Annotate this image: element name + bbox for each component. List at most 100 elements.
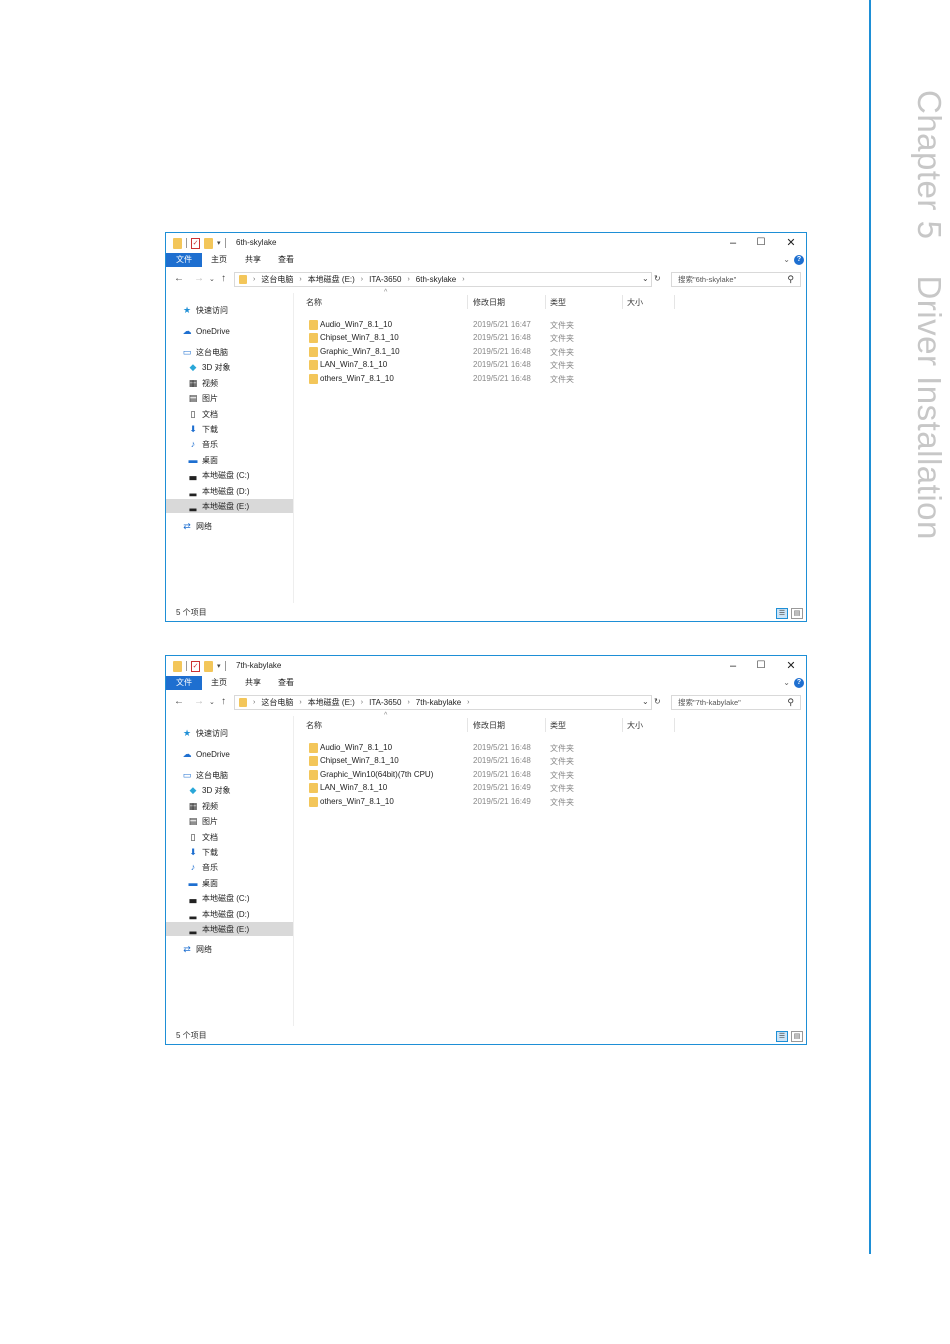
- file-row[interactable]: Chipset_Win7_8.1_10 2019/5/21 16:48 文件夹: [296, 755, 656, 767]
- file-row[interactable]: Audio_Win7_8.1_10 2019/5/21 16:47 文件夹: [296, 319, 656, 331]
- column-header-type[interactable]: 类型: [550, 297, 566, 311]
- maximize-icon[interactable]: ☐: [746, 235, 776, 251]
- nav-this-pc[interactable]: ▭ 这台电脑: [182, 345, 228, 359]
- back-arrow-icon[interactable]: ←: [174, 273, 184, 284]
- search-icon[interactable]: ⚲: [787, 273, 794, 286]
- nav-music[interactable]: ♪ 音乐: [188, 437, 218, 451]
- breadcrumb-this-pc[interactable]: 这台电脑: [261, 697, 293, 708]
- details-view-icon[interactable]: ☰: [776, 1031, 788, 1042]
- column-divider[interactable]: [622, 718, 623, 732]
- breadcrumb-current[interactable]: 7th-kabylake: [416, 698, 461, 707]
- nav-downloads[interactable]: ⬇ 下载: [188, 845, 218, 859]
- column-header-date[interactable]: 修改日期: [473, 720, 505, 734]
- column-divider[interactable]: [622, 295, 623, 309]
- nav-pictures[interactable]: ▤ 图片: [188, 814, 218, 828]
- minimize-icon[interactable]: –: [718, 658, 748, 674]
- breadcrumb-project[interactable]: ITA-3650: [369, 275, 401, 284]
- file-row[interactable]: others_Win7_8.1_10 2019/5/21 16:48 文件夹: [296, 373, 656, 385]
- nav-pictures[interactable]: ▤ 图片: [188, 391, 218, 405]
- nav-drive-e[interactable]: ▂ 本地磁盘 (E:): [166, 499, 293, 513]
- file-row[interactable]: Graphic_Win10(64bit)(7th CPU) 2019/5/21 …: [296, 769, 656, 781]
- chevron-down-icon[interactable]: ▾: [217, 662, 221, 670]
- column-header-name[interactable]: 名称: [306, 297, 322, 311]
- tab-home[interactable]: 主页: [208, 676, 230, 690]
- file-row[interactable]: LAN_Win7_8.1_10 2019/5/21 16:49 文件夹: [296, 782, 656, 794]
- file-row[interactable]: others_Win7_8.1_10 2019/5/21 16:49 文件夹: [296, 796, 656, 808]
- tab-file[interactable]: 文件: [166, 253, 202, 267]
- expand-ribbon-icon[interactable]: ⌄: [783, 678, 790, 687]
- column-divider[interactable]: [545, 295, 546, 309]
- breadcrumb-drive[interactable]: 本地磁盘 (E:): [308, 697, 355, 708]
- breadcrumb-current[interactable]: 6th-skylake: [416, 275, 456, 284]
- nav-music[interactable]: ♪ 音乐: [188, 860, 218, 874]
- refresh-icon[interactable]: ↻: [654, 274, 661, 283]
- search-input[interactable]: 搜索"7th-kabylake" ⚲: [671, 695, 801, 710]
- search-icon[interactable]: ⚲: [787, 696, 794, 709]
- breadcrumb-drive[interactable]: 本地磁盘 (E:): [308, 274, 355, 285]
- address-bar[interactable]: › 这台电脑 › 本地磁盘 (E:) › ITA-3650 › 7th-kaby…: [234, 695, 652, 710]
- back-arrow-icon[interactable]: ←: [174, 696, 184, 707]
- search-input[interactable]: 搜索"6th-skylake" ⚲: [671, 272, 801, 287]
- nav-downloads[interactable]: ⬇ 下载: [188, 422, 218, 436]
- nav-onedrive[interactable]: ☁ OneDrive: [182, 747, 230, 761]
- file-row[interactable]: Chipset_Win7_8.1_10 2019/5/21 16:48 文件夹: [296, 332, 656, 344]
- nav-network[interactable]: ⇄ 网络: [182, 519, 212, 533]
- nav-desktop[interactable]: ▬ 桌面: [188, 876, 219, 890]
- column-divider[interactable]: [467, 295, 468, 309]
- new-folder-icon[interactable]: [204, 660, 213, 672]
- nav-quick-access[interactable]: ★ 快速访问: [182, 726, 228, 740]
- recent-locations-icon[interactable]: ⌄: [209, 698, 215, 706]
- recent-locations-icon[interactable]: ⌄: [209, 275, 215, 283]
- column-header-date[interactable]: 修改日期: [473, 297, 505, 311]
- new-folder-icon[interactable]: [204, 237, 213, 249]
- refresh-icon[interactable]: ↻: [654, 697, 661, 706]
- help-icon[interactable]: ?: [794, 678, 804, 688]
- column-divider[interactable]: [674, 295, 675, 309]
- up-arrow-icon[interactable]: ↑: [221, 696, 226, 707]
- close-icon[interactable]: ✕: [776, 235, 806, 251]
- forward-arrow-icon[interactable]: →: [194, 696, 204, 707]
- column-divider[interactable]: [674, 718, 675, 732]
- column-divider[interactable]: [467, 718, 468, 732]
- large-icons-view-icon[interactable]: ▤: [791, 1031, 803, 1042]
- nav-network[interactable]: ⇄ 网络: [182, 942, 212, 956]
- column-header-name[interactable]: 名称: [306, 720, 322, 734]
- nav-quick-access[interactable]: ★ 快速访问: [182, 303, 228, 317]
- nav-videos[interactable]: ▦ 视频: [188, 376, 218, 390]
- up-arrow-icon[interactable]: ↑: [221, 273, 226, 284]
- nav-documents[interactable]: ▯ 文档: [188, 830, 218, 844]
- details-view-icon[interactable]: ☰: [776, 608, 788, 619]
- file-row[interactable]: Audio_Win7_8.1_10 2019/5/21 16:48 文件夹: [296, 742, 656, 754]
- tab-share[interactable]: 共享: [242, 253, 264, 267]
- nav-3d-objects[interactable]: ◆ 3D 对象: [188, 360, 231, 374]
- file-row[interactable]: Graphic_Win7_8.1_10 2019/5/21 16:48 文件夹: [296, 346, 656, 358]
- nav-onedrive[interactable]: ☁ OneDrive: [182, 324, 230, 338]
- nav-drive-c[interactable]: ▃ 本地磁盘 (C:): [188, 891, 250, 905]
- close-icon[interactable]: ✕: [776, 658, 806, 674]
- breadcrumb-project[interactable]: ITA-3650: [369, 698, 401, 707]
- column-header-size[interactable]: 大小: [627, 720, 643, 734]
- nav-videos[interactable]: ▦ 视频: [188, 799, 218, 813]
- large-icons-view-icon[interactable]: ▤: [791, 608, 803, 619]
- forward-arrow-icon[interactable]: →: [194, 273, 204, 284]
- address-bar[interactable]: › 这台电脑 › 本地磁盘 (E:) › ITA-3650 › 6th-skyl…: [234, 272, 652, 287]
- file-row[interactable]: LAN_Win7_8.1_10 2019/5/21 16:48 文件夹: [296, 359, 656, 371]
- properties-icon[interactable]: ✓: [191, 237, 200, 249]
- help-icon[interactable]: ?: [794, 255, 804, 265]
- chevron-down-icon[interactable]: ▾: [217, 239, 221, 247]
- nav-drive-d[interactable]: ▂ 本地磁盘 (D:): [188, 907, 250, 921]
- expand-ribbon-icon[interactable]: ⌄: [783, 255, 790, 264]
- minimize-icon[interactable]: –: [718, 235, 748, 251]
- nav-this-pc[interactable]: ▭ 这台电脑: [182, 768, 228, 782]
- nav-desktop[interactable]: ▬ 桌面: [188, 453, 219, 467]
- nav-3d-objects[interactable]: ◆ 3D 对象: [188, 783, 231, 797]
- maximize-icon[interactable]: ☐: [746, 658, 776, 674]
- properties-icon[interactable]: ✓: [191, 660, 200, 672]
- column-divider[interactable]: [545, 718, 546, 732]
- column-header-size[interactable]: 大小: [627, 297, 643, 311]
- tab-view[interactable]: 查看: [275, 676, 297, 690]
- tab-share[interactable]: 共享: [242, 676, 264, 690]
- nav-drive-d[interactable]: ▂ 本地磁盘 (D:): [188, 484, 250, 498]
- nav-drive-e[interactable]: ▂ 本地磁盘 (E:): [166, 922, 293, 936]
- nav-drive-c[interactable]: ▃ 本地磁盘 (C:): [188, 468, 250, 482]
